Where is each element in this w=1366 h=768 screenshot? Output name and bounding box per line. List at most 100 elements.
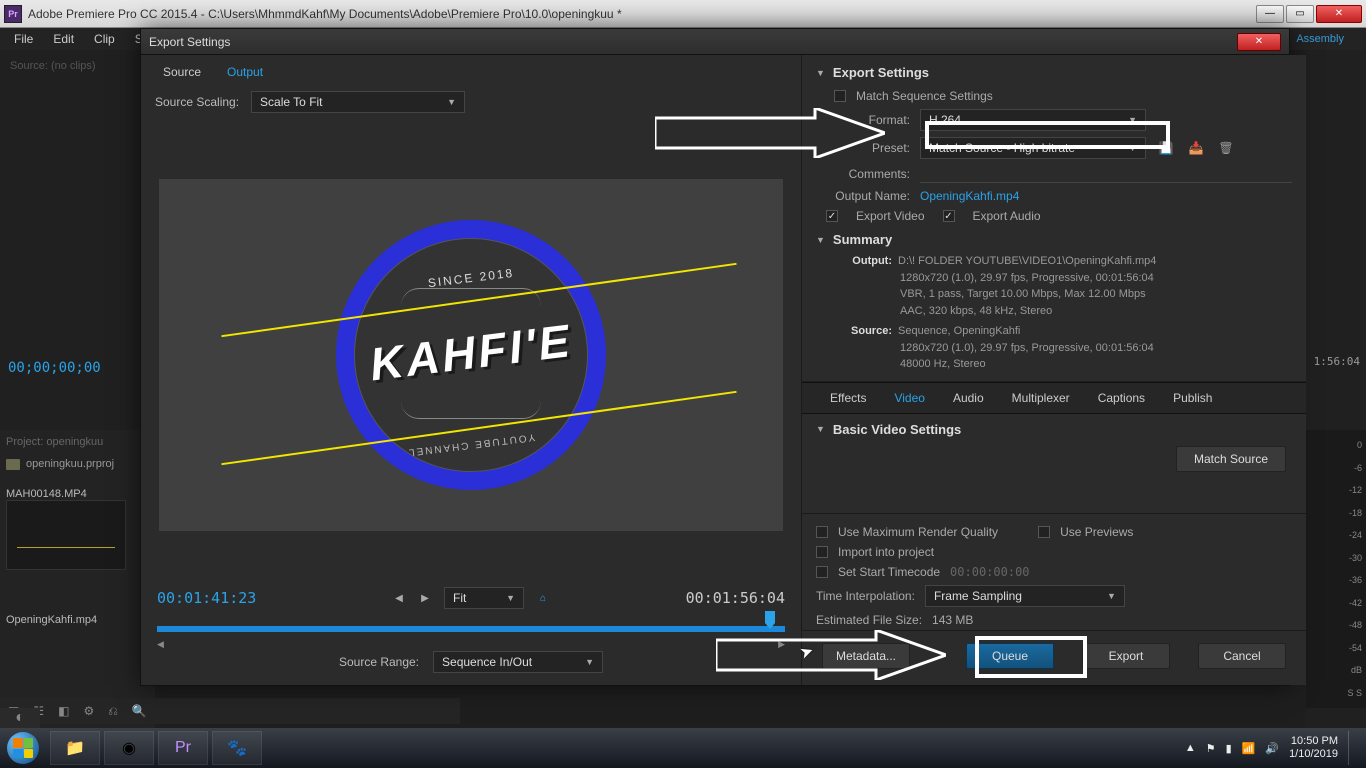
time-interp-label: Time Interpolation:	[816, 589, 915, 603]
menu-file[interactable]: File	[4, 30, 43, 48]
pancake-icon[interactable]: ◐	[0, 708, 40, 728]
taskbar-chrome-icon[interactable]: ◉	[104, 731, 154, 765]
tab-output[interactable]: Output	[215, 61, 275, 83]
cancel-button[interactable]: Cancel	[1198, 643, 1286, 669]
source-scaling-dropdown[interactable]: Scale To Fit ▼	[251, 91, 465, 113]
timeline-duration: 1:56:04	[1314, 355, 1360, 368]
preset-label: Preset:	[816, 141, 910, 155]
tray-clock[interactable]: 10:50 PM 1/10/2019	[1289, 735, 1338, 761]
chevron-down-icon: ▼	[1128, 143, 1137, 153]
metadata-button[interactable]: Metadata...	[822, 643, 910, 669]
time-interp-dropdown[interactable]: Frame Sampling ▼	[925, 585, 1125, 607]
tray-volume-icon[interactable]: 🔊	[1265, 742, 1279, 755]
tray-network-icon[interactable]: 📶	[1242, 742, 1256, 755]
window-titlebar: Pr Adobe Premiere Pro CC 2015.4 - C:\Use…	[0, 0, 1366, 28]
folder-icon	[6, 459, 20, 470]
zoom-fit-dropdown[interactable]: Fit ▼	[444, 587, 524, 609]
export-audio-checkbox[interactable]: ✓	[943, 210, 955, 222]
export-video-checkbox[interactable]: ✓	[826, 210, 838, 222]
window-close-button[interactable]: ✕	[1316, 5, 1362, 23]
slider-scroll-left-icon[interactable]: ◀	[157, 639, 164, 650]
start-button[interactable]	[0, 728, 46, 768]
clip-thumbnail[interactable]	[6, 500, 126, 570]
disclosure-triangle-icon[interactable]: ▼	[816, 424, 825, 434]
use-previews-checkbox[interactable]	[1038, 526, 1050, 538]
source-scaling-label: Source Scaling:	[155, 95, 239, 109]
dialog-settings-pane: ▼Export Settings Match Sequence Settings…	[802, 55, 1306, 685]
export-button[interactable]: Export	[1082, 643, 1170, 669]
menu-edit[interactable]: Edit	[43, 30, 84, 48]
in-timecode[interactable]: 00:01:41:23	[157, 589, 256, 607]
system-tray: ▲ ⚑ ▮ 📶 🔊 10:50 PM 1/10/2019	[1175, 731, 1366, 765]
source-range-dropdown[interactable]: Sequence In/Out ▼	[433, 651, 603, 673]
clip-name[interactable]: MAH00148.MP4	[6, 484, 149, 500]
disclosure-triangle-icon[interactable]: ▼	[816, 68, 825, 78]
source-timecode: 00;00;00;00	[0, 350, 109, 386]
export-detail-tabs: Effects Video Audio Multiplexer Captions…	[802, 382, 1306, 414]
output-name-link[interactable]: OpeningKahfi.mp4	[920, 189, 1019, 203]
tray-show-hidden-icon[interactable]: ▲	[1185, 742, 1196, 754]
summary-line: D:\! FOLDER YOUTUBE\VIDEO1\OpeningKahfi.…	[898, 255, 1156, 267]
set-start-tc-checkbox[interactable]	[816, 566, 828, 578]
workspace-indicator[interactable]: Assembly	[1286, 31, 1354, 47]
est-size-value: 143 MB	[932, 613, 973, 627]
match-source-button[interactable]: Match Source	[1176, 446, 1286, 472]
queue-button[interactable]: Queue	[966, 643, 1054, 669]
freeform-view-icon[interactable]: ◧	[58, 704, 69, 718]
app-icon: Pr	[4, 5, 22, 23]
window-minimize-button[interactable]: —	[1256, 5, 1284, 23]
tab-multiplexer[interactable]: Multiplexer	[998, 383, 1084, 413]
range-slider[interactable]: ◀ ▶	[157, 617, 785, 641]
zoom-fit-value: Fit	[453, 591, 466, 605]
tab-audio[interactable]: Audio	[939, 383, 998, 413]
project-file-name[interactable]: openingkuu.prproj	[26, 458, 114, 470]
tray-flag-icon[interactable]: ⚑	[1206, 742, 1216, 755]
slider-scroll-right-icon[interactable]: ▶	[778, 639, 785, 650]
import-preset-icon[interactable]: 📥	[1186, 139, 1206, 157]
match-sequence-checkbox[interactable]	[834, 90, 846, 102]
taskbar-gom-icon[interactable]: 🐾	[212, 731, 262, 765]
dialog-titlebar: Export Settings ✕	[141, 29, 1289, 55]
clip-name[interactable]: OpeningKahfi.mp4	[6, 610, 149, 626]
time-interp-value: Frame Sampling	[934, 589, 1022, 603]
disclosure-triangle-icon[interactable]: ▼	[816, 235, 825, 245]
tray-battery-icon[interactable]: ▮	[1226, 742, 1232, 755]
taskbar-explorer-icon[interactable]: 📁	[50, 731, 100, 765]
summary-line: 1280x720 (1.0), 29.97 fps, Progressive, …	[830, 340, 1292, 357]
aspect-correction-icon[interactable]: ⌂	[536, 591, 550, 605]
summary-line: 48000 Hz, Stereo	[830, 356, 1292, 373]
prev-frame-button[interactable]: ◀	[392, 591, 406, 605]
dialog-close-button[interactable]: ✕	[1237, 33, 1281, 51]
chevron-down-icon: ▼	[1128, 115, 1137, 125]
next-frame-button[interactable]: ▶	[418, 591, 432, 605]
dialog-title-text: Export Settings	[149, 35, 230, 49]
meter-tick: -42	[1308, 598, 1362, 608]
format-dropdown[interactable]: H.264 ▼	[920, 109, 1146, 131]
tab-effects[interactable]: Effects	[816, 383, 880, 413]
meter-solo[interactable]: S S	[1308, 688, 1362, 698]
use-max-render-checkbox[interactable]	[816, 526, 828, 538]
source-scaling-value: Scale To Fit	[260, 95, 322, 109]
format-label: Format:	[816, 113, 910, 127]
menu-clip[interactable]: Clip	[84, 30, 125, 48]
window-maximize-button[interactable]: ▭	[1286, 5, 1314, 23]
save-preset-icon[interactable]: 💾	[1156, 139, 1176, 157]
windows-taskbar: 📁 ◉ Pr 🐾 ▲ ⚑ ▮ 📶 🔊 10:50 PM 1/10/2019	[0, 728, 1366, 768]
comments-input[interactable]	[920, 165, 1292, 183]
import-project-checkbox[interactable]	[816, 546, 828, 558]
automate-icon[interactable]: ⎌	[108, 704, 118, 719]
tab-publish[interactable]: Publish	[1159, 383, 1226, 413]
set-start-tc-value[interactable]: 00:00:00:00	[950, 565, 1029, 579]
summary-source-label: Source:	[830, 323, 892, 340]
meter-tick: -36	[1308, 575, 1362, 585]
sort-icon[interactable]: ⚙	[83, 704, 94, 718]
delete-preset-icon[interactable]: 🗑	[1216, 139, 1236, 157]
tab-captions[interactable]: Captions	[1084, 383, 1159, 413]
taskbar-premiere-icon[interactable]: Pr	[158, 731, 208, 765]
out-timecode: 00:01:56:04	[686, 589, 785, 607]
show-desktop-button[interactable]	[1348, 731, 1356, 765]
tab-source[interactable]: Source	[151, 61, 213, 83]
preset-dropdown[interactable]: Match Source - High bitrate ▼	[920, 137, 1146, 159]
tab-video[interactable]: Video	[880, 383, 938, 413]
find-icon[interactable]: 🔍	[132, 704, 147, 718]
